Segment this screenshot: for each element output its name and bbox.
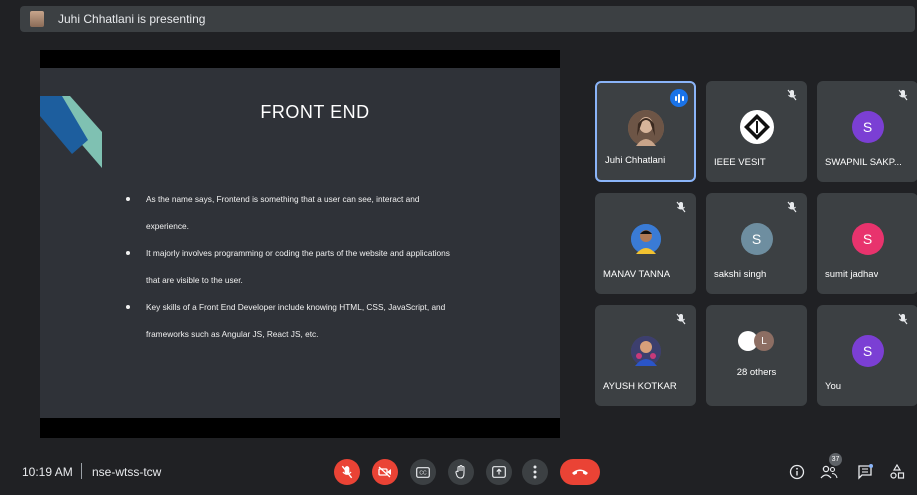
chat-button[interactable]	[854, 461, 876, 483]
chat-icon	[858, 464, 873, 480]
people-count-badge: 37	[829, 453, 842, 466]
participant-name: sakshi singh	[714, 269, 767, 280]
activities-button[interactable]	[886, 461, 908, 483]
mic-off-icon	[676, 201, 686, 213]
participant-photo	[627, 109, 664, 146]
end-call-icon	[572, 469, 588, 475]
mic-off-icon	[341, 465, 353, 479]
mic-off-icon	[787, 89, 797, 101]
participant-tile-you[interactable]: S You	[817, 305, 917, 406]
participant-name: You	[825, 381, 842, 392]
bullet-line: experience.	[146, 221, 189, 231]
slide-bullet: Key skills of a Front End Developer incl…	[126, 294, 546, 348]
participant-tile-sakshi-singh[interactable]: S sakshi singh	[706, 193, 807, 294]
microphone-toggle-button[interactable]	[334, 459, 360, 485]
participant-tile-swapnil[interactable]: S SWAPNIL SAKP...	[817, 81, 917, 182]
meeting-time: 10:19 AM	[22, 465, 73, 479]
people-icon	[820, 465, 838, 479]
mic-off-icon	[898, 313, 908, 325]
more-options-button[interactable]	[522, 459, 548, 485]
mic-off-icon	[898, 89, 908, 101]
info-icon	[789, 464, 805, 480]
slide-bullet: As the name says, Frontend is something …	[126, 186, 546, 240]
participant-tile-ayush-kotkar[interactable]: AYUSH KOTKAR	[595, 305, 696, 406]
bullet-line: It majorly involves programming or codin…	[146, 248, 450, 258]
presentation-area: FRONT END As the name says, Frontend is …	[40, 50, 560, 438]
participant-tile-others[interactable]: L 28 others	[706, 305, 807, 406]
presenting-banner: Juhi Chhatlani is presenting	[20, 6, 915, 32]
raise-hand-icon	[455, 465, 465, 479]
present-screen-icon	[492, 466, 506, 478]
participant-avatar: S	[851, 223, 884, 256]
svg-text:CC: CC	[419, 470, 427, 476]
bullet-line: frameworks such as Angular JS, React JS,…	[146, 329, 319, 339]
camera-off-icon	[378, 466, 391, 478]
show-everyone-button[interactable]: 37	[818, 453, 842, 483]
participant-tile-ieee-vesit[interactable]: IEEE VESIT	[706, 81, 807, 182]
bullet-line: that are visible to the user.	[146, 275, 243, 285]
more-vertical-icon	[533, 465, 537, 479]
participant-tile-sumit-jadhav[interactable]: S sumit jadhav	[817, 193, 917, 294]
speaking-indicator-icon	[670, 89, 688, 107]
participant-avatar: S	[851, 335, 884, 368]
participant-name: Juhi Chhatlani	[605, 155, 666, 166]
others-count: 28 others	[736, 367, 777, 378]
participant-name: sumit jadhav	[825, 269, 879, 280]
slide: FRONT END As the name says, Frontend is …	[40, 68, 560, 418]
participant-photo	[630, 224, 661, 255]
participant-tile-juhi-chhatlani[interactable]: Juhi Chhatlani	[595, 81, 696, 182]
captions-icon: CC	[416, 466, 430, 478]
slide-bullet: It majorly involves programming or codin…	[126, 240, 546, 294]
mic-off-icon	[676, 313, 686, 325]
others-avatar: L	[754, 331, 774, 351]
participant-name: AYUSH KOTKAR	[603, 381, 677, 392]
activities-icon	[890, 464, 905, 479]
meeting-controls-bar: 10:19 AM nse-wtss-tcw CC 37	[0, 445, 917, 495]
participant-avatar: S	[851, 111, 884, 144]
bullet-line: As the name says, Frontend is something …	[146, 194, 420, 204]
present-now-button[interactable]	[486, 459, 512, 485]
participant-photo	[630, 336, 661, 367]
divider	[81, 463, 82, 479]
ieee-logo-icon	[739, 110, 774, 145]
end-call-button[interactable]	[560, 459, 600, 485]
bullet-line: Key skills of a Front End Developer incl…	[146, 302, 446, 312]
meeting-details-button[interactable]	[786, 461, 808, 483]
slide-title: FRONT END	[260, 102, 370, 122]
raise-hand-button[interactable]	[448, 459, 474, 485]
mic-off-icon	[787, 201, 797, 213]
slide-bullet-list: As the name says, Frontend is something …	[126, 186, 546, 348]
participant-name: SWAPNIL SAKP...	[825, 157, 902, 168]
participant-name: IEEE VESIT	[714, 157, 766, 168]
camera-toggle-button[interactable]	[372, 459, 398, 485]
presenter-avatar	[30, 11, 44, 27]
presenting-text: Juhi Chhatlani is presenting	[58, 12, 206, 26]
meeting-code: nse-wtss-tcw	[92, 465, 162, 479]
participant-tile-manav-tanna[interactable]: MANAV TANNA	[595, 193, 696, 294]
participant-avatar: S	[740, 223, 773, 256]
participant-name: MANAV TANNA	[603, 269, 671, 280]
captions-button[interactable]: CC	[410, 459, 436, 485]
